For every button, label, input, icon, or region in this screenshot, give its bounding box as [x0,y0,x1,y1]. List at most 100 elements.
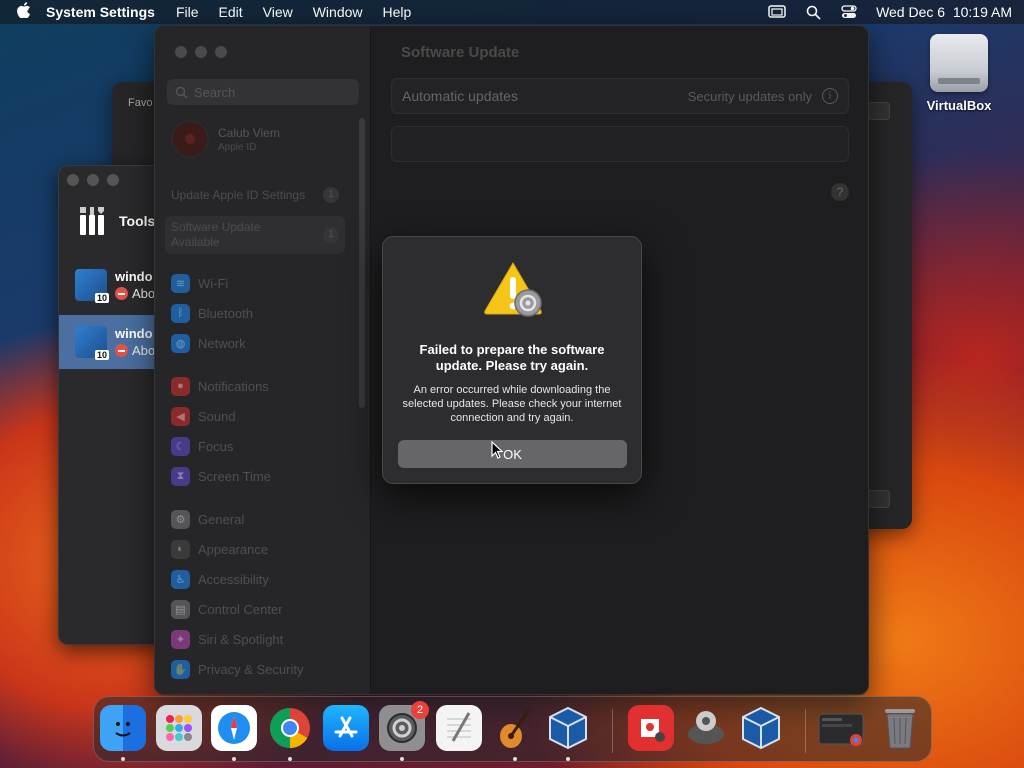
desktop-icon-virtualbox[interactable]: VirtualBox [920,34,998,113]
vm-state: Abo [115,343,155,358]
app-menu-name[interactable]: System Settings [46,4,155,20]
automatic-updates-label: Automatic updates [402,88,518,104]
automatic-updates-row[interactable]: Automatic updates Security updates only … [391,78,849,114]
sidebar-item-privacy-security[interactable]: ✋ Privacy & Security [171,658,303,680]
dock-item-chrome-window[interactable] [818,705,866,753]
sidebar-item-appearance[interactable]: ◐ Appearance [171,538,268,560]
vm-name: windo [115,326,153,341]
vm-name: windo [115,269,153,284]
window-button[interactable] [868,490,890,508]
running-indicator [513,757,517,761]
launchpad-icon [156,705,202,751]
dock-item-launchpad[interactable] [156,705,204,753]
windows-vm-icon [75,269,109,303]
dock-item-finder[interactable] [100,705,148,761]
sidebar-item-sound[interactable]: ◀ Sound [171,405,236,427]
dock-item-safari[interactable] [211,705,259,761]
window-button[interactable] [868,102,890,120]
minimize-button[interactable] [195,46,207,58]
notice-badge: 1 [323,187,339,203]
sidebar-item-notifications[interactable]: ● Notifications [171,375,269,397]
menu-window[interactable]: Window [313,4,363,20]
running-indicator [232,757,236,761]
minimize-button[interactable] [87,174,99,186]
hourglass-icon: ⧗ [171,466,190,486]
window-controls [175,46,227,58]
alert-dialog: Failed to prepare the software update. P… [382,236,642,484]
guitar-icon [492,705,538,751]
sidebar-item-screen-time[interactable]: ⧗ Screen Time [171,465,271,487]
sidebar-item-label: Focus [198,438,234,454]
sidebar-scrollbar[interactable] [359,118,365,408]
menu-help[interactable]: Help [383,4,412,20]
bell-icon: ● [171,376,190,396]
desktop-icon-label: VirtualBox [926,98,992,113]
vm-list-item[interactable]: windo Abo [59,258,167,312]
automatic-updates-value: Security updates only [687,88,812,104]
sidebar-item-software-update-available[interactable]: Software Update Available 1 [165,216,345,254]
vm-state: Abo [115,286,155,301]
vm-list-item-selected[interactable]: windo Abo [59,315,167,369]
dock-item-game[interactable] [683,705,731,753]
close-button[interactable] [175,46,187,58]
dock-item-garageband[interactable] [492,705,540,761]
accessibility-icon: ♿ [171,569,190,589]
sidebar-item-control-center[interactable]: ▤ Control Center [171,598,283,620]
running-indicator [566,757,570,761]
vm-state-label: Abo [132,286,156,301]
account-subtitle: Apple ID [218,141,257,153]
dock: 2 [93,696,932,762]
sidebar-item-wi-fi[interactable]: ≋ Wi-Fi [171,272,228,294]
virtualbox-manager-window[interactable]: Tools windo Abo windo Abo [58,165,168,645]
zoom-button[interactable] [215,46,227,58]
dock-item-textedit[interactable] [436,705,484,753]
info-icon[interactable]: i [822,88,838,104]
help-button[interactable]: ? [831,183,849,201]
virtualbox-icon [738,705,784,751]
sidebar-item-network[interactable]: ◍ Network [171,332,246,354]
moon-icon: ☾ [171,436,190,456]
menu-edit[interactable]: Edit [219,4,243,20]
page-title: Software Update [401,44,520,61]
sidebar-item-label: Privacy & Security [198,661,304,677]
control-center-icon[interactable] [840,4,858,20]
zoom-button[interactable] [107,174,119,186]
control-center-icon: ▤ [171,599,190,619]
dock-item-virtualbox-2[interactable] [738,705,786,753]
sidebar-item-general[interactable]: ⚙ General [171,508,244,530]
gear-icon: ⚙ [171,509,190,529]
dock-item-chrome[interactable] [267,705,315,761]
clock-datetime[interactable]: Wed Dec 6 10:19 AM [876,4,1012,20]
sidebar-item-update-apple-id[interactable]: Update Apple ID Settings 1 [165,176,345,214]
running-indicator [400,757,404,761]
search-input[interactable] [194,84,354,100]
wifi-icon: ≋ [171,273,190,293]
tools-label: Tools [119,213,156,229]
dock-item-photo-booth[interactable] [628,705,676,753]
dock-item-trash[interactable] [877,705,925,753]
sidebar-item-bluetooth[interactable]: ᛒ Bluetooth [171,302,253,324]
notice-badge: 1 [323,227,339,243]
sidebar-item-focus[interactable]: ☾ Focus [171,435,233,457]
dock-separator [805,709,806,753]
menu-file[interactable]: File [176,4,199,20]
vbox-tools-item[interactable]: Tools [59,196,167,246]
search-field[interactable] [167,79,359,105]
apple-icon[interactable] [12,1,36,23]
virtualbox-icon [545,705,591,751]
mouse-cursor-icon [491,441,503,459]
dock-item-system-settings[interactable]: 2 [379,701,429,761]
sidebar-item-siri-spotlight[interactable]: ✦ Siri & Spotlight [171,628,283,650]
dock-item-virtualbox[interactable] [545,705,593,761]
close-button[interactable] [67,174,79,186]
sidebar-item-label: Bluetooth [198,305,253,321]
spotlight-search-icon[interactable] [804,4,822,20]
screen-mirroring-icon[interactable] [768,4,786,20]
settings-sidebar: Calub Viem Apple ID Update Apple ID Sett… [155,26,371,694]
menu-view[interactable]: View [263,4,293,20]
sidebar-item-accessibility[interactable]: ♿ Accessibility [171,568,269,590]
apple-id-account[interactable]: Calub Viem Apple ID [171,120,280,158]
menu-bar: System Settings File Edit View Window He… [0,0,1024,24]
ok-button[interactable]: OK [398,440,627,468]
dock-item-app-store[interactable] [323,705,371,753]
